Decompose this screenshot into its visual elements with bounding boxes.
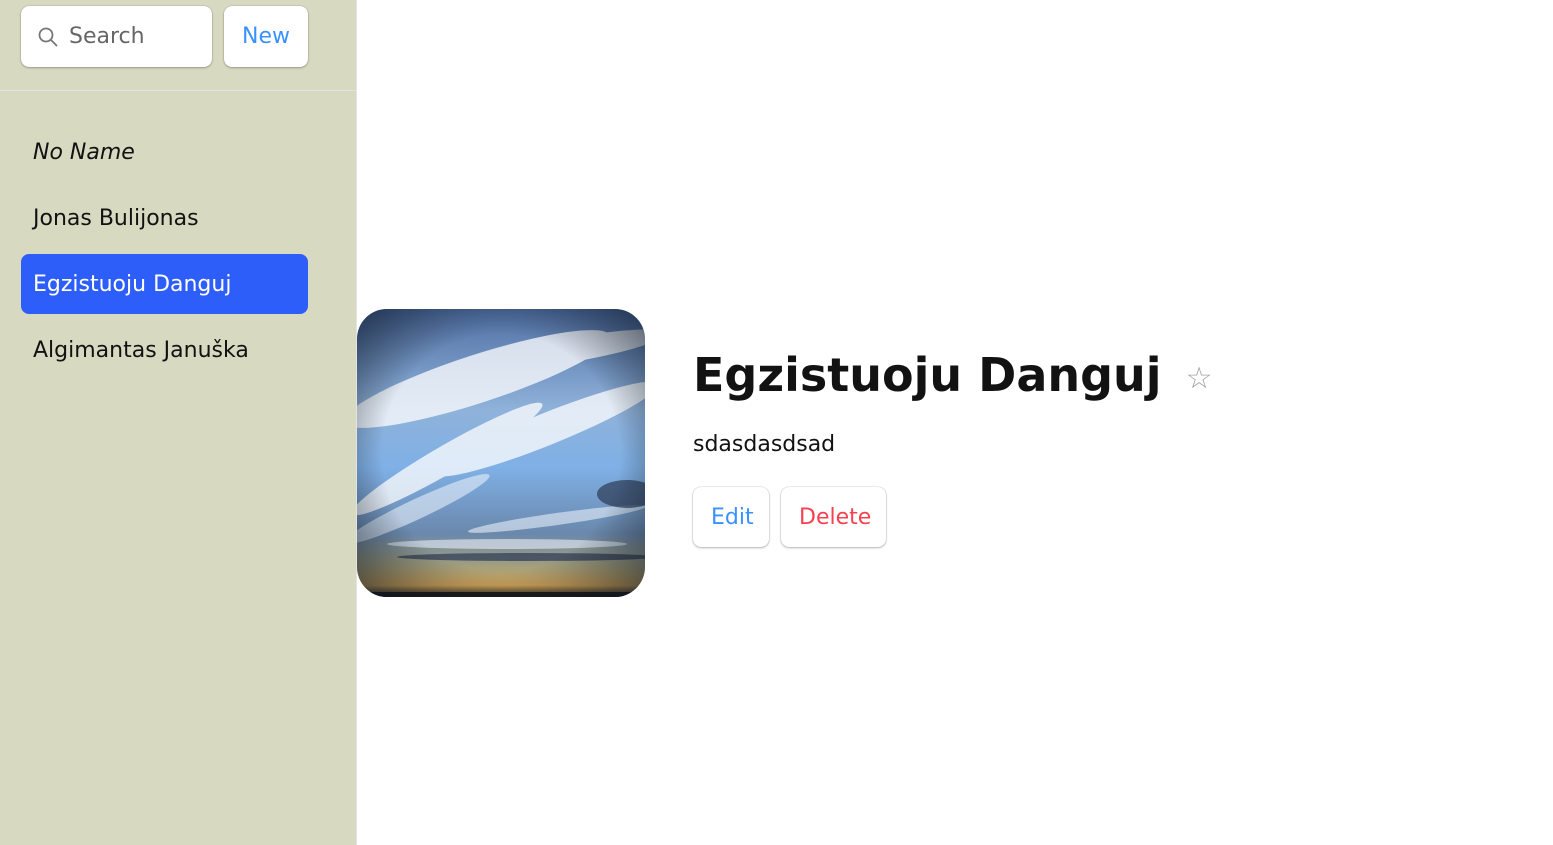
contact-detail: Egzistuoju Danguj ☆ sdasdasdsad Edit Del… bbox=[357, 0, 1553, 845]
sky-image bbox=[357, 309, 645, 597]
search-icon bbox=[37, 26, 59, 48]
contact-name-heading: Egzistuoju Danguj ☆ bbox=[693, 340, 1212, 410]
sidebar: New No Name Jonas Bulijonas Egzistuoju D… bbox=[0, 0, 357, 845]
new-contact-button[interactable]: New bbox=[224, 6, 308, 67]
sidebar-item-egzistuoju-danguj[interactable]: Egzistuoju Danguj bbox=[21, 254, 308, 314]
search-box[interactable] bbox=[21, 6, 212, 67]
sidebar-item-jonas-bulijonas[interactable]: Jonas Bulijonas bbox=[21, 188, 308, 248]
contact-name: Egzistuoju Danguj bbox=[693, 348, 1162, 402]
contact-avatar bbox=[357, 309, 645, 597]
contact-notes: sdasdasdsad bbox=[693, 432, 836, 457]
search-input[interactable] bbox=[69, 24, 199, 49]
favorite-star-icon[interactable]: ☆ bbox=[1186, 364, 1213, 394]
sidebar-item-no-name[interactable]: No Name bbox=[21, 122, 308, 182]
app-root: New No Name Jonas Bulijonas Egzistuoju D… bbox=[0, 0, 1553, 845]
sidebar-header: New bbox=[0, 0, 356, 91]
edit-button[interactable]: Edit bbox=[693, 487, 769, 547]
contact-list: No Name Jonas Bulijonas Egzistuoju Dangu… bbox=[21, 122, 308, 386]
delete-button[interactable]: Delete bbox=[781, 487, 886, 547]
sidebar-item-algimantas-januska[interactable]: Algimantas Januška bbox=[21, 320, 308, 380]
